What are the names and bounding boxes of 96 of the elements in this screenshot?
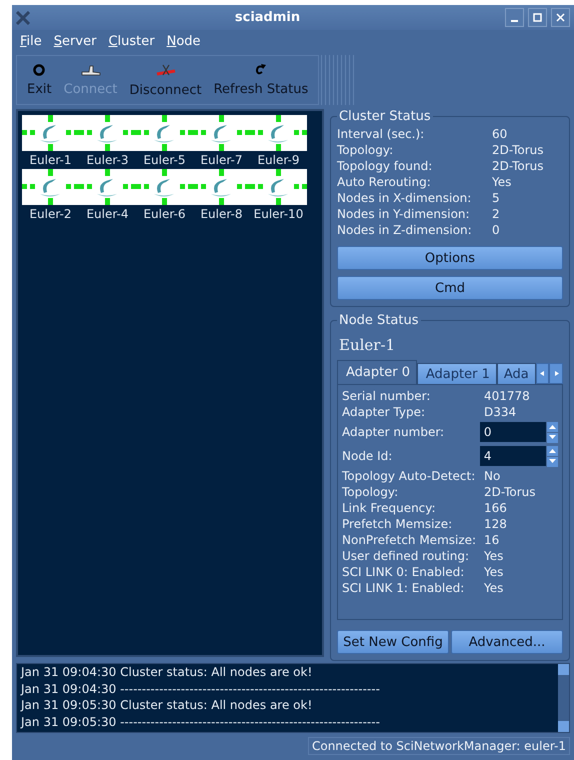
field-value: 2D-Torus <box>484 485 536 499</box>
action-button[interactable]: Set New Config <box>337 630 449 654</box>
spin-field[interactable]: 4 <box>480 446 546 466</box>
spin-field[interactable]: 0 <box>480 422 546 442</box>
up-arrow-icon <box>549 448 556 453</box>
field-label: Nodes in Y-dimension: <box>337 207 471 221</box>
close-button[interactable] <box>551 8 570 27</box>
group-title: Cluster Status <box>338 109 432 124</box>
field-value: 16 <box>484 533 500 547</box>
maximize-icon <box>533 13 542 22</box>
down-arrow-icon <box>549 435 556 440</box>
node-label[interactable]: Euler-7 <box>200 153 243 167</box>
field-label: Topology Auto-Detect: <box>342 469 476 483</box>
field-label: User defined routing: <box>342 549 470 563</box>
node-icon <box>250 115 307 151</box>
action-button[interactable]: Options <box>337 246 563 270</box>
right-arrow-icon <box>552 371 560 376</box>
refresh-icon <box>254 63 267 76</box>
field-value: 5 <box>492 191 500 205</box>
node-label[interactable]: Euler-5 <box>143 153 186 167</box>
minimize-icon <box>511 20 518 22</box>
scroll-right-button[interactable] <box>549 363 564 384</box>
field-label: Nodes in Z-dimension: <box>337 223 473 237</box>
scroll-left-button[interactable] <box>536 363 550 384</box>
field-label: Link Frequency: <box>342 501 437 515</box>
field-value: 60 <box>492 127 508 141</box>
log-line: Jan 31 09:05:30 ------------------------------------------------------------ <box>21 714 381 730</box>
node-label[interactable]: Euler-1 <box>29 153 72 167</box>
plug-icon <box>80 64 100 76</box>
node-icon <box>22 115 79 151</box>
action-button[interactable]: Advanced... <box>451 630 563 654</box>
field-label: Node Id: <box>342 449 394 463</box>
field-label: Serial number: <box>342 389 432 403</box>
node-label[interactable]: Euler-9 <box>257 153 300 167</box>
field-label: Auto Rerouting: <box>337 175 432 189</box>
group-title: Node Status <box>338 313 420 328</box>
field-label: Adapter number: <box>342 425 446 439</box>
node-name: Euler-1 <box>339 336 396 354</box>
menu-item[interactable]: Server <box>54 34 96 49</box>
down-arrow-icon <box>549 459 556 464</box>
tab[interactable]: Adapter 0 <box>337 360 417 384</box>
field-label: Prefetch Memsize: <box>342 517 454 531</box>
menu-item[interactable]: File <box>20 34 42 49</box>
spin-up-button[interactable] <box>547 422 558 432</box>
field-label: Topology found: <box>337 159 434 173</box>
field-label: Topology: <box>342 485 400 499</box>
up-arrow-icon <box>549 424 556 429</box>
field-label: NonPrefetch Memsize: <box>342 533 478 547</box>
field-value: 128 <box>484 517 507 531</box>
spin-down-button[interactable] <box>547 432 558 442</box>
field-label: Topology: <box>337 143 394 157</box>
field-label: SCI LINK 1: Enabled: <box>342 581 466 595</box>
spin-up-button[interactable] <box>547 446 558 456</box>
menu-item[interactable]: Node <box>166 34 201 49</box>
node-icon <box>250 169 307 205</box>
window-title: sciadmin <box>234 10 302 25</box>
field-label: Interval (sec.): <box>337 127 426 141</box>
node-label[interactable]: Euler-6 <box>143 207 186 221</box>
left-arrow-icon <box>539 371 546 376</box>
log-line: Jan 31 09:04:30 ------------------------------------------------------------ <box>21 682 381 698</box>
field-value: D334 <box>484 405 516 419</box>
node-label[interactable]: Euler-3 <box>86 153 129 167</box>
field-value: 2D-Torus <box>492 143 544 157</box>
status-bar: Connected to SciNetworkManager: euler-1 <box>308 737 570 755</box>
node-icon <box>22 169 79 205</box>
menu-item[interactable]: Cluster <box>108 34 155 49</box>
log-line: Jan 31 09:05:30 Cluster status: All nodes are ok! <box>21 698 314 714</box>
action-button[interactable]: Cmd <box>337 276 563 300</box>
minimize-button[interactable] <box>505 8 524 27</box>
node-label[interactable]: Euler-10 <box>254 207 304 221</box>
tab[interactable]: Adapter 1 <box>416 363 497 384</box>
app-icon <box>16 10 30 24</box>
close-icon <box>556 13 565 22</box>
power-icon <box>33 64 46 76</box>
field-label: Adapter Type: <box>342 405 426 419</box>
log-line: Jan 31 09:04:30 Cluster status: All nodes are ok! <box>21 665 314 681</box>
field-value: 401778 <box>484 389 530 403</box>
node-label[interactable]: Euler-2 <box>29 207 72 221</box>
field-value: Yes <box>484 581 504 595</box>
node-label[interactable]: Euler-4 <box>86 207 129 221</box>
cut-cable-icon <box>154 62 176 76</box>
field-value: 166 <box>484 501 507 515</box>
field-value: Yes <box>484 549 504 563</box>
field-value: 2D-Torus <box>492 159 544 173</box>
scrollbar[interactable] <box>558 664 569 732</box>
field-value: Yes <box>492 175 512 189</box>
tab[interactable]: Ada <box>496 363 536 384</box>
field-value: 2 <box>492 207 500 221</box>
maximize-button[interactable] <box>528 8 547 27</box>
spin-down-button[interactable] <box>547 456 558 466</box>
field-value: Yes <box>484 565 504 579</box>
field-value: 0 <box>492 223 500 237</box>
node-label[interactable]: Euler-8 <box>200 207 243 221</box>
field-label: SCI LINK 0: Enabled: <box>342 565 466 579</box>
field-label: Nodes in X-dimension: <box>337 191 472 205</box>
field-value: No <box>484 469 500 483</box>
